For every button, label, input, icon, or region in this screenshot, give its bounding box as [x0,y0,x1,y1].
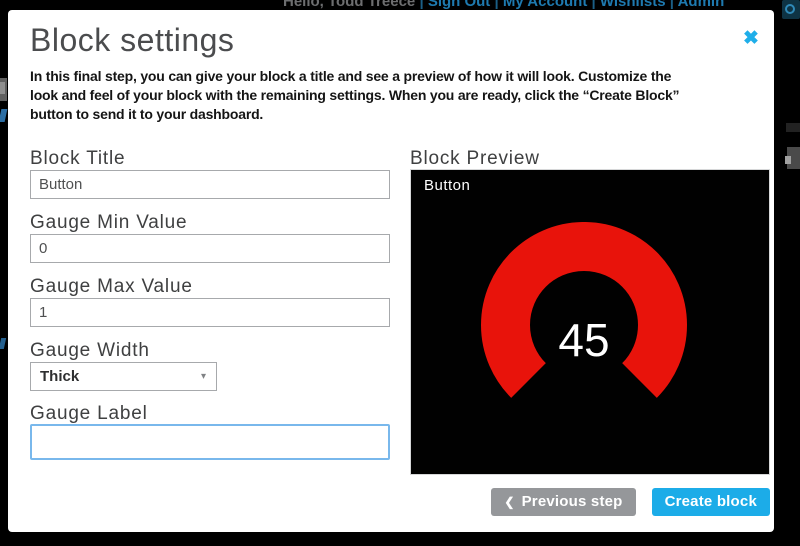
separator: | [419,0,423,10]
gauge-label-input[interactable] [30,424,390,460]
separator: | [494,0,498,10]
sign-out-link[interactable]: Sign Out [428,0,491,10]
gauge-min-label: Gauge Min Value [30,212,187,234]
background-fragment [785,156,791,164]
modal-footer: ❮ Previous step Create block [491,488,770,516]
background-fragment [0,338,6,349]
chevron-down-icon: ▾ [201,371,206,382]
separator: | [670,0,674,10]
block-title-label: Block Title [30,148,125,170]
background-fragment [786,123,800,132]
gauge-widget: 45 [481,222,687,428]
block-preview-label: Block Preview [410,148,540,170]
gauge-label-label: Gauge Label [30,403,148,425]
description-line: In this final step, you can give your bl… [30,67,679,86]
create-block-label: Create block [665,493,757,510]
description-line: look and feel of your block with the rem… [30,86,679,105]
my-account-link[interactable]: My Account [503,0,587,10]
gauge-max-label: Gauge Max Value [30,276,193,298]
selected-option: Thick [40,368,79,385]
admin-link[interactable]: Admin [678,0,725,10]
wishlists-link[interactable]: Wishlists [600,0,666,10]
gauge-width-label: Gauge Width [30,340,150,362]
gauge-max-input[interactable] [30,298,390,327]
topbar-greeting: Hello, Todd Treece [283,0,415,10]
description-line: button to send it to your dashboard. [30,105,679,124]
circle-icon [785,4,795,14]
page-title: Block settings [30,22,234,59]
topbar-corner-button[interactable] [782,0,800,19]
gauge-min-input[interactable] [30,234,390,263]
topbar-greeting-row: Hello, Todd Treece | Sign Out | My Accou… [283,0,724,10]
background-fragment [0,82,5,94]
modal-description: In this final step, you can give your bl… [30,67,679,124]
block-title-input[interactable] [30,170,390,199]
chevron-left-icon: ❮ [504,495,514,509]
create-block-button[interactable]: Create block [652,488,770,516]
gauge-width-select[interactable]: Thick ▾ [30,362,217,391]
background-fragment [0,109,7,122]
block-settings-modal: Block settings ✖ In this final step, you… [8,10,774,532]
preview-block-title: Button [424,177,470,194]
previous-step-label: Previous step [522,493,623,510]
block-preview: Button 45 [410,169,770,475]
separator: | [591,0,595,10]
gauge-value: 45 [481,317,687,363]
close-icon[interactable]: ✖ [740,28,762,50]
previous-step-button[interactable]: ❮ Previous step [491,488,635,516]
